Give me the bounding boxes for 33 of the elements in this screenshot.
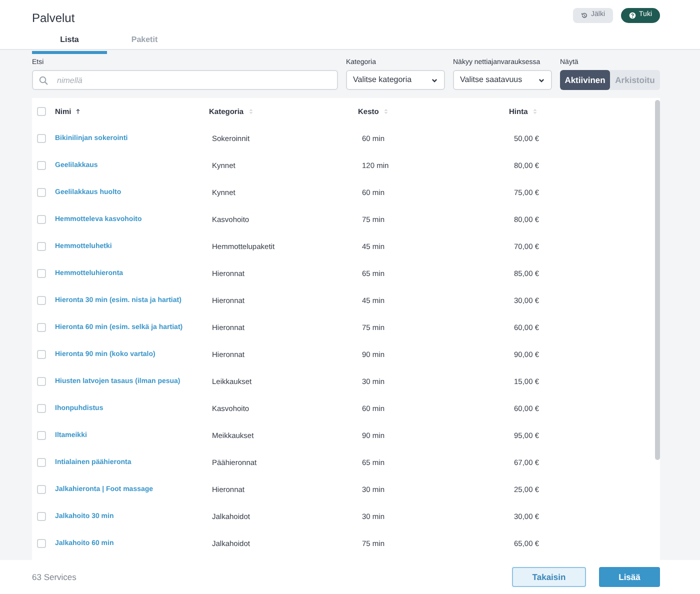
checkbox[interactable]	[37, 134, 46, 143]
checkbox[interactable]	[37, 269, 46, 278]
checkbox[interactable]	[37, 431, 46, 440]
availability-dropdown[interactable]: Valitse saatavuus	[453, 70, 552, 90]
chevron-down-icon	[538, 76, 545, 84]
service-count: 63 Services	[32, 570, 76, 584]
checkbox[interactable]	[37, 485, 46, 494]
checkbox[interactable]	[37, 107, 46, 116]
checkbox[interactable]	[37, 404, 46, 413]
checkbox[interactable]	[37, 539, 46, 548]
checkbox[interactable]	[37, 458, 46, 467]
checkbox[interactable]	[37, 215, 46, 224]
help-icon	[629, 12, 636, 19]
scrollbar[interactable]	[655, 100, 660, 460]
category-dropdown[interactable]: Valitse kategoria	[346, 70, 445, 90]
checkbox[interactable]	[37, 188, 46, 197]
tab[interactable]: Paketit	[107, 30, 182, 54]
checkbox[interactable]	[37, 350, 46, 359]
back-button[interactable]: Takaisin	[512, 567, 586, 587]
checkbox[interactable]	[37, 242, 46, 251]
tab[interactable]: Lista	[32, 30, 107, 54]
checkbox[interactable]	[37, 296, 46, 305]
history-icon	[581, 12, 588, 19]
search-icon	[39, 76, 48, 85]
chevron-down-icon	[431, 76, 438, 84]
checkbox[interactable]	[37, 512, 46, 521]
toggle-option[interactable]: Aktiivinen	[560, 70, 610, 90]
checkbox[interactable]	[37, 377, 46, 386]
checkbox[interactable]	[37, 323, 46, 332]
checkbox[interactable]	[37, 161, 46, 170]
add-button[interactable]: Lisää	[599, 567, 660, 587]
page-title: Palvelut	[32, 10, 75, 27]
search-field[interactable]: nimellä	[32, 70, 338, 90]
